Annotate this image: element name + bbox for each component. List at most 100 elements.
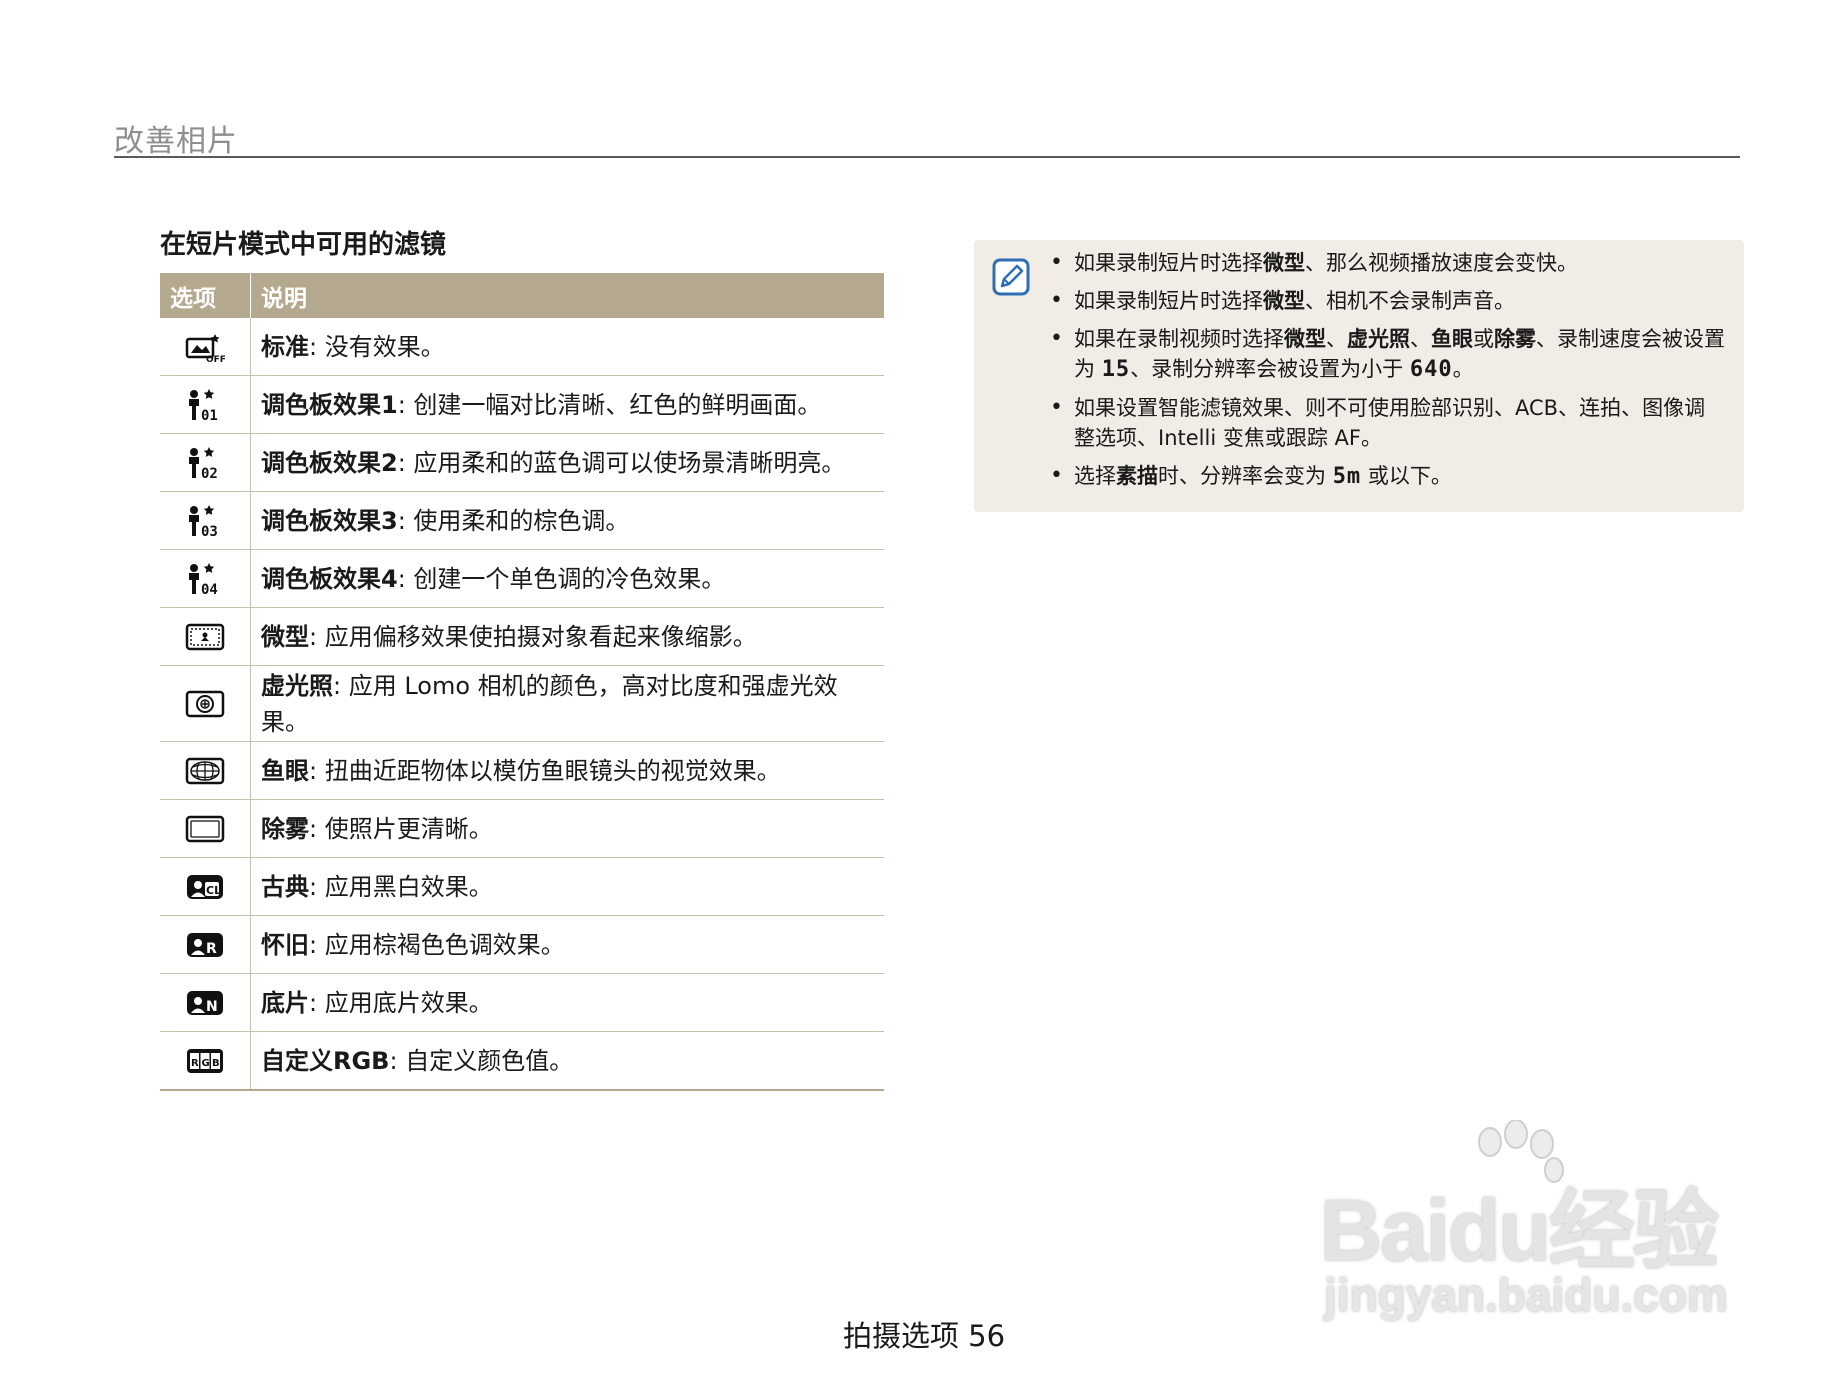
option-desc: : 使照片更清晰。 [309,814,493,843]
table-cell-icon: 04 [160,549,251,608]
frame-rate-glyph: 15 [1101,357,1131,382]
filter-table: 选项 说明 OFF 标准: 没有效果。 01 调色板效果1: 创建一幅对比清晰、… [160,273,884,1091]
table-header-description: 说明 [250,273,884,318]
vignetting-icon [185,690,225,717]
option-desc: : 应用柔和的蓝色调可以使场景清晰明亮。 [397,448,846,477]
note-bold: 除雾 [1494,327,1536,351]
option-name: 调色板效果2 [261,448,398,477]
palette-1-icon: 01 [189,388,218,423]
table-row: 02 调色板效果2: 应用柔和的蓝色调可以使场景清晰明亮。 [160,433,884,492]
option-desc: : 扭曲近距物体以模仿鱼眼镜头的视觉效果。 [309,756,781,785]
note-text: 、相机不会录制声音。 [1305,289,1515,313]
svg-text:N: N [206,999,218,1015]
note-text: 、 [1326,327,1347,351]
option-name: 虚光照 [261,671,333,700]
table-cell-icon [160,799,251,858]
negative-icon: N [187,990,223,1015]
option-name: 调色板效果4 [261,564,398,593]
note-text: 。 [1452,357,1474,381]
table-row: 微型: 应用偏移效果使拍摄对象看起来像缩影。 [160,607,884,666]
note-bold: 鱼眼 [1431,327,1473,351]
option-desc: : 自定义颜色值。 [389,1046,574,1075]
svg-text:CL: CL [206,884,221,897]
svg-text:R: R [206,941,217,957]
svg-text:01: 01 [201,408,218,423]
table-cell-icon: R G B [160,1031,251,1091]
watermark: Baidu经验 jingyan.baidu.com [1310,1120,1760,1335]
table-cell-description: 怀旧: 应用棕褐色色调效果。 [250,915,884,974]
miniature-icon [185,623,225,650]
page-header: 改善相片 [114,108,1740,159]
section-title: 在短片模式中可用的滤镜 [160,230,447,260]
note-bold: 虚光照 [1347,327,1410,351]
svg-text:OFF: OFF [206,355,225,363]
table-row: R 怀旧: 应用棕褐色色调效果。 [160,915,884,974]
option-desc: : 没有效果。 [309,332,445,361]
table-cell-description: 虚光照: 应用 Lomo 相机的颜色，高对比度和强虚光效果。 [250,665,884,742]
palette-4-icon: 04 [189,562,218,597]
retro-icon: R [187,932,223,957]
option-name: 标准 [261,332,309,361]
option-name: 底片 [261,988,309,1017]
option-desc: : 使用柔和的棕色调。 [397,506,630,535]
table-cell-description: 调色板效果1: 创建一幅对比清晰、红色的鲜明画面。 [250,375,884,434]
fisheye-icon [185,757,225,784]
note-item: 选择素描时、分辨率会变为 5m 或以下。 [1046,461,1726,492]
table-cell-icon: 01 [160,375,251,434]
table-cell-description: 调色板效果3: 使用柔和的棕色调。 [250,491,884,550]
table-row: 除雾: 使照片更清晰。 [160,799,884,858]
option-desc: : 创建一幅对比清晰、红色的鲜明画面。 [397,390,822,419]
note-text: 或 [1473,327,1494,351]
option-name: 怀旧 [261,930,309,959]
svg-text:03: 03 [201,524,218,539]
svg-text:04: 04 [201,582,218,597]
table-cell-icon: N [160,973,251,1032]
table-cell-description: 古典: 应用黑白效果。 [250,857,884,916]
note-item: 如果设置智能滤镜效果、则不可使用脸部识别、ACB、连拍、图像调整选项、Intel… [1046,393,1726,453]
option-name: 鱼眼 [261,756,309,785]
table-cell-icon [160,665,251,742]
option-desc: : 应用底片效果。 [309,988,493,1017]
note-text: 如果录制短片时选择 [1074,251,1263,275]
table-row: 03 调色板效果3: 使用柔和的棕色调。 [160,491,884,550]
note-list: 如果录制短片时选择微型、那么视频播放速度会变快。 如果录制短片时选择微型、相机不… [1046,248,1726,500]
note-text: 、 [1410,327,1431,351]
note-box: 如果录制短片时选择微型、那么视频播放速度会变快。 如果录制短片时选择微型、相机不… [974,240,1744,512]
table-cell-icon [160,607,251,666]
option-desc: : 应用棕褐色色调效果。 [309,930,565,959]
option-name: 调色板效果3 [261,506,398,535]
table-cell-icon: R [160,915,251,974]
note-pencil-icon [992,258,1030,296]
table-cell-description: 标准: 没有效果。 [250,318,884,376]
table-row: N 底片: 应用底片效果。 [160,973,884,1032]
watermark-brand: Baidu经验 [1320,1183,1719,1279]
table-cell-icon: 02 [160,433,251,492]
defog-icon [185,815,225,842]
note-item: 如果录制短片时选择微型、那么视频播放速度会变快。 [1046,248,1726,278]
palette-3-icon: 03 [189,504,218,539]
note-text: 如果在录制视频时选择 [1074,327,1284,351]
option-name: 自定义RGB [261,1046,390,1075]
resolution-glyph: 5m [1332,464,1362,489]
table-cell-description: 底片: 应用底片效果。 [250,973,884,1032]
resolution-glyph: 640 [1409,357,1453,382]
filter-off-icon: OFF [185,333,225,363]
table-cell-description: 鱼眼: 扭曲近距物体以模仿鱼眼镜头的视觉效果。 [250,741,884,800]
option-name: 微型 [261,622,309,651]
table-cell-description: 微型: 应用偏移效果使拍摄对象看起来像缩影。 [250,607,884,666]
note-item: 如果在录制视频时选择微型、虚光照、鱼眼或除雾、录制速度会被设置为 15、录制分辨… [1046,324,1726,385]
note-bold: 微型 [1284,327,1326,351]
table-cell-description: 调色板效果2: 应用柔和的蓝色调可以使场景清晰明亮。 [250,433,884,492]
table-row: CL 古典: 应用黑白效果。 [160,857,884,916]
note-text: 或以下。 [1367,464,1452,488]
option-desc: : 创建一个单色调的冷色效果。 [397,564,726,593]
note-text: 如果录制短片时选择 [1074,289,1263,313]
table-cell-icon: 03 [160,491,251,550]
page-footer: 拍摄选项 56 [842,1319,1006,1353]
table-row: OFF 标准: 没有效果。 [160,318,884,376]
table-cell-description: 调色板效果4: 创建一个单色调的冷色效果。 [250,549,884,608]
note-text: 选择 [1074,464,1116,488]
note-text: 、录制分辨率会被设置为小于 [1130,357,1404,381]
option-name: 古典 [261,872,309,901]
note-text: 、那么视频播放速度会变快。 [1305,251,1578,275]
